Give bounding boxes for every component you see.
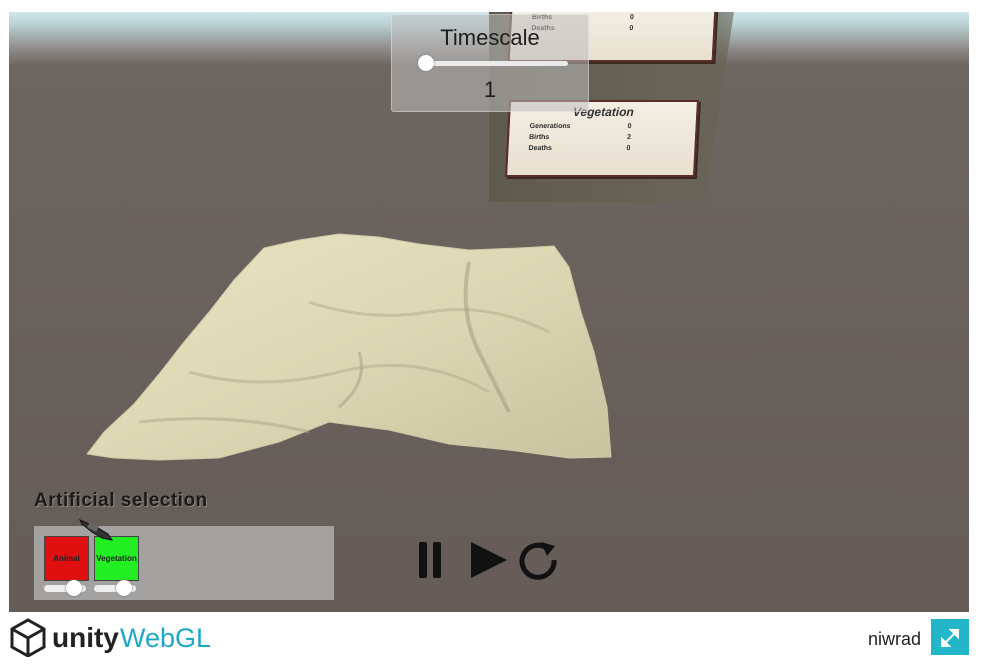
timescale-panel: Timescale 1 — [391, 14, 589, 112]
card-row-value: 0 — [626, 145, 631, 152]
vegetation-button[interactable]: Vegetation — [94, 536, 139, 581]
brand-suffix-text: WebGL — [120, 623, 211, 653]
card-row-value: 2 — [626, 134, 632, 141]
timescale-slider[interactable] — [418, 55, 568, 71]
artificial-selection-title: Artificial selection — [34, 490, 208, 511]
unity-webgl-logo: unity WebGL — [10, 618, 211, 657]
webgl-footer: unity WebGL niwrad — [0, 612, 984, 670]
artificial-selection-panel: Animal Vegetation — [34, 518, 334, 600]
card-row-value: 0 — [629, 25, 634, 32]
card-row-label: Births — [528, 134, 550, 141]
brand-text: unity — [52, 622, 119, 653]
card-row-value: 0 — [627, 123, 632, 130]
gun-cursor-icon — [78, 518, 114, 541]
restart-icon[interactable] — [517, 540, 559, 582]
vegetation-slider-thumb[interactable] — [116, 580, 133, 596]
card-row-value: 0 — [629, 14, 635, 21]
game-canvas[interactable]: Births0 Deaths0 Vegetation Generations0 … — [9, 12, 969, 612]
fullscreen-button[interactable] — [931, 619, 969, 655]
timescale-title: Timescale — [440, 25, 540, 50]
animal-slider-thumb[interactable] — [66, 580, 83, 596]
fullscreen-icon — [941, 629, 959, 647]
animal-slider[interactable] — [44, 580, 86, 596]
pause-icon[interactable] — [417, 540, 445, 580]
animal-button[interactable]: Animal — [44, 536, 89, 581]
card-row-label: Deaths — [528, 145, 553, 152]
vegetation-slider[interactable] — [94, 580, 136, 596]
card-row-label: Generations — [529, 123, 571, 130]
timescale-slider-thumb[interactable] — [418, 55, 434, 71]
username: niwrad — [868, 629, 922, 649]
timescale-value: 1 — [483, 77, 497, 102]
play-icon[interactable] — [469, 540, 509, 580]
